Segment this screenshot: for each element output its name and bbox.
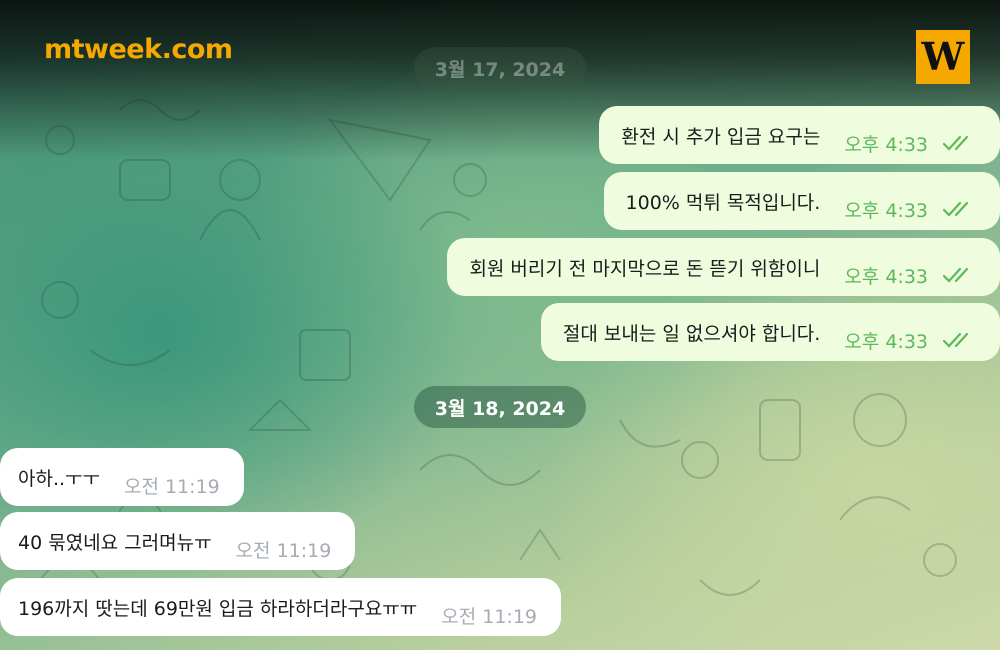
message-text: 아하..ㅜㅜ — [18, 467, 100, 490]
brand-badge-letter: W — [921, 34, 965, 79]
incoming-message[interactable]: 40 묶였네요 그러며뉴ㅠ 오전 11:19 — [0, 512, 356, 570]
message-time: 오전 11:19 — [235, 539, 332, 562]
message-text: 환전 시 추가 입금 요구는 — [621, 125, 821, 148]
message-time: 오후 4:33 — [844, 199, 928, 222]
message-time: 오전 11:19 — [124, 475, 220, 498]
incoming-message[interactable]: 196까지 땃는데 69만원 입금 하라하더라구요ㅠㅠ 오전 11:19 — [0, 578, 562, 636]
message-time: 오후 4:33 — [844, 265, 928, 288]
message-time: 오전 11:19 — [441, 605, 538, 628]
double-check-icon — [942, 332, 969, 348]
message-text: 100% 먹튀 목적입니다. — [625, 191, 821, 214]
message-text: 회원 버리기 전 마지막으로 돈 뜯기 위함이니 — [469, 257, 821, 280]
message-time: 오후 4:33 — [844, 133, 928, 156]
brand-badge: W — [916, 30, 970, 84]
outgoing-message[interactable]: 환전 시 추가 입금 요구는 오후 4:33 — [599, 106, 1000, 164]
message-text: 40 묶였네요 그러며뉴ㅠ — [18, 531, 212, 554]
message-time: 오후 4:33 — [844, 330, 928, 353]
message-text: 196까지 땃는데 69만원 입금 하라하더라구요ㅠㅠ — [18, 597, 418, 620]
site-logo: mtweek.com — [44, 34, 233, 65]
date-divider: 3월 18, 2024 — [414, 386, 586, 428]
message-text: 절대 보내는 일 없으셔야 합니다. — [562, 322, 821, 345]
outgoing-message[interactable]: 회원 버리기 전 마지막으로 돈 뜯기 위함이니 오후 4:33 — [447, 238, 1000, 296]
incoming-message[interactable]: 아하..ㅜㅜ 오전 11:19 — [0, 448, 244, 506]
double-check-icon — [942, 267, 969, 283]
double-check-icon — [942, 135, 969, 151]
outgoing-message[interactable]: 100% 먹튀 목적입니다. 오후 4:33 — [603, 172, 1000, 230]
double-check-icon — [942, 201, 969, 217]
date-divider: 3월 17, 2024 — [414, 47, 586, 89]
outgoing-message[interactable]: 절대 보내는 일 없으셔야 합니다. 오후 4:33 — [540, 303, 1000, 361]
